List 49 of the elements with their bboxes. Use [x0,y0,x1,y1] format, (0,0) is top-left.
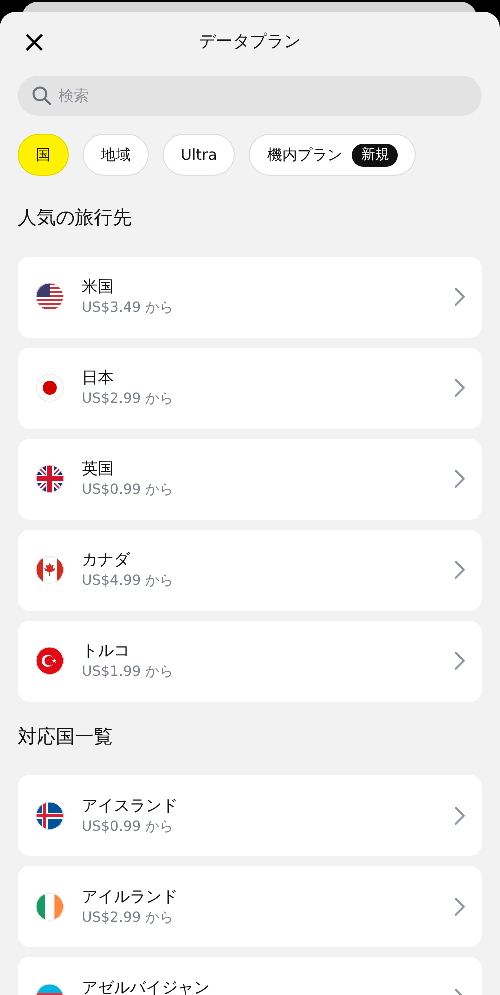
country-card[interactable]: アイスランド US$0.99 から [18,775,482,856]
search-icon [31,85,53,107]
search-bar[interactable]: 検索 [18,76,482,116]
country-name: 英国 [82,458,115,480]
price-text: US$3.49 から [82,299,175,318]
price-text: US$2.99 から [82,390,175,409]
section-heading: 対応国一覧 [18,724,114,750]
country-card[interactable]: 米国 US$3.49 から [18,256,482,338]
flag-icon [36,283,64,311]
flag-icon [36,647,64,675]
country-name: カナダ [82,549,132,571]
filter-chip[interactable]: Ultra [163,134,236,176]
price-text: US$1.99 から [82,663,175,682]
flag-icon [36,374,64,402]
country-name: 日本 [82,367,115,389]
filter-chip[interactable]: 国 [18,134,69,176]
country-name: アゼルバイジャン [82,976,211,995]
page-title: データプラン [199,31,301,54]
filter-chip[interactable]: 地域 [83,134,149,176]
country-card[interactable]: カナダ US$4.99 から [18,530,482,610]
flag-icon [36,465,64,493]
price-text: US$4.99 から [82,572,175,591]
flag-icon [36,802,64,830]
country-card[interactable]: 日本 US$2.99 から [18,348,482,428]
chevron-icon [454,896,466,916]
flag-icon [36,892,64,920]
country-card[interactable]: アイルランド US$2.99 から [18,866,482,947]
close-button[interactable]: × [22,28,48,58]
chevron-icon [454,651,466,671]
price-text: US$0.99 から [82,481,175,500]
country-name: 米国 [82,276,115,298]
country-card[interactable]: アゼルバイジャン [18,957,482,995]
country-name: アイルランド [82,886,179,908]
chevron-icon [454,806,466,826]
price-text: US$2.99 から [82,908,175,928]
chevron-icon [454,469,466,489]
country-name: トルコ [82,640,131,662]
section-heading: 人気の旅行先 [18,206,133,231]
chevron-icon [454,287,466,307]
flag-icon [36,556,64,584]
new-badge: 新規 [352,144,398,166]
chevron-icon [454,378,466,398]
search-field[interactable]: 検索 [59,84,469,108]
price-text: US$0.99 から [82,818,175,836]
country-name: アイスランド [82,794,179,816]
filter-chip[interactable]: 機内プラン 新規 [249,134,416,176]
chevron-icon [454,560,466,580]
country-card[interactable]: 英国 US$0.99 から [18,438,482,520]
country-card[interactable]: トルコ US$1.99 から [18,620,482,702]
